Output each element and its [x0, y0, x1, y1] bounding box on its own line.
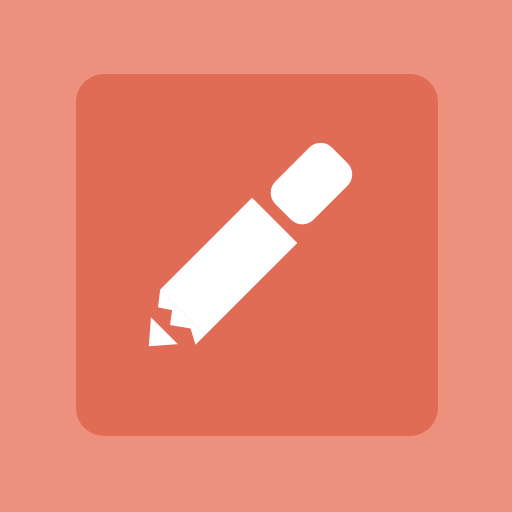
edit-app-tile[interactable]	[76, 74, 438, 436]
pencil-icon	[76, 74, 438, 436]
icon-canvas	[0, 0, 512, 512]
